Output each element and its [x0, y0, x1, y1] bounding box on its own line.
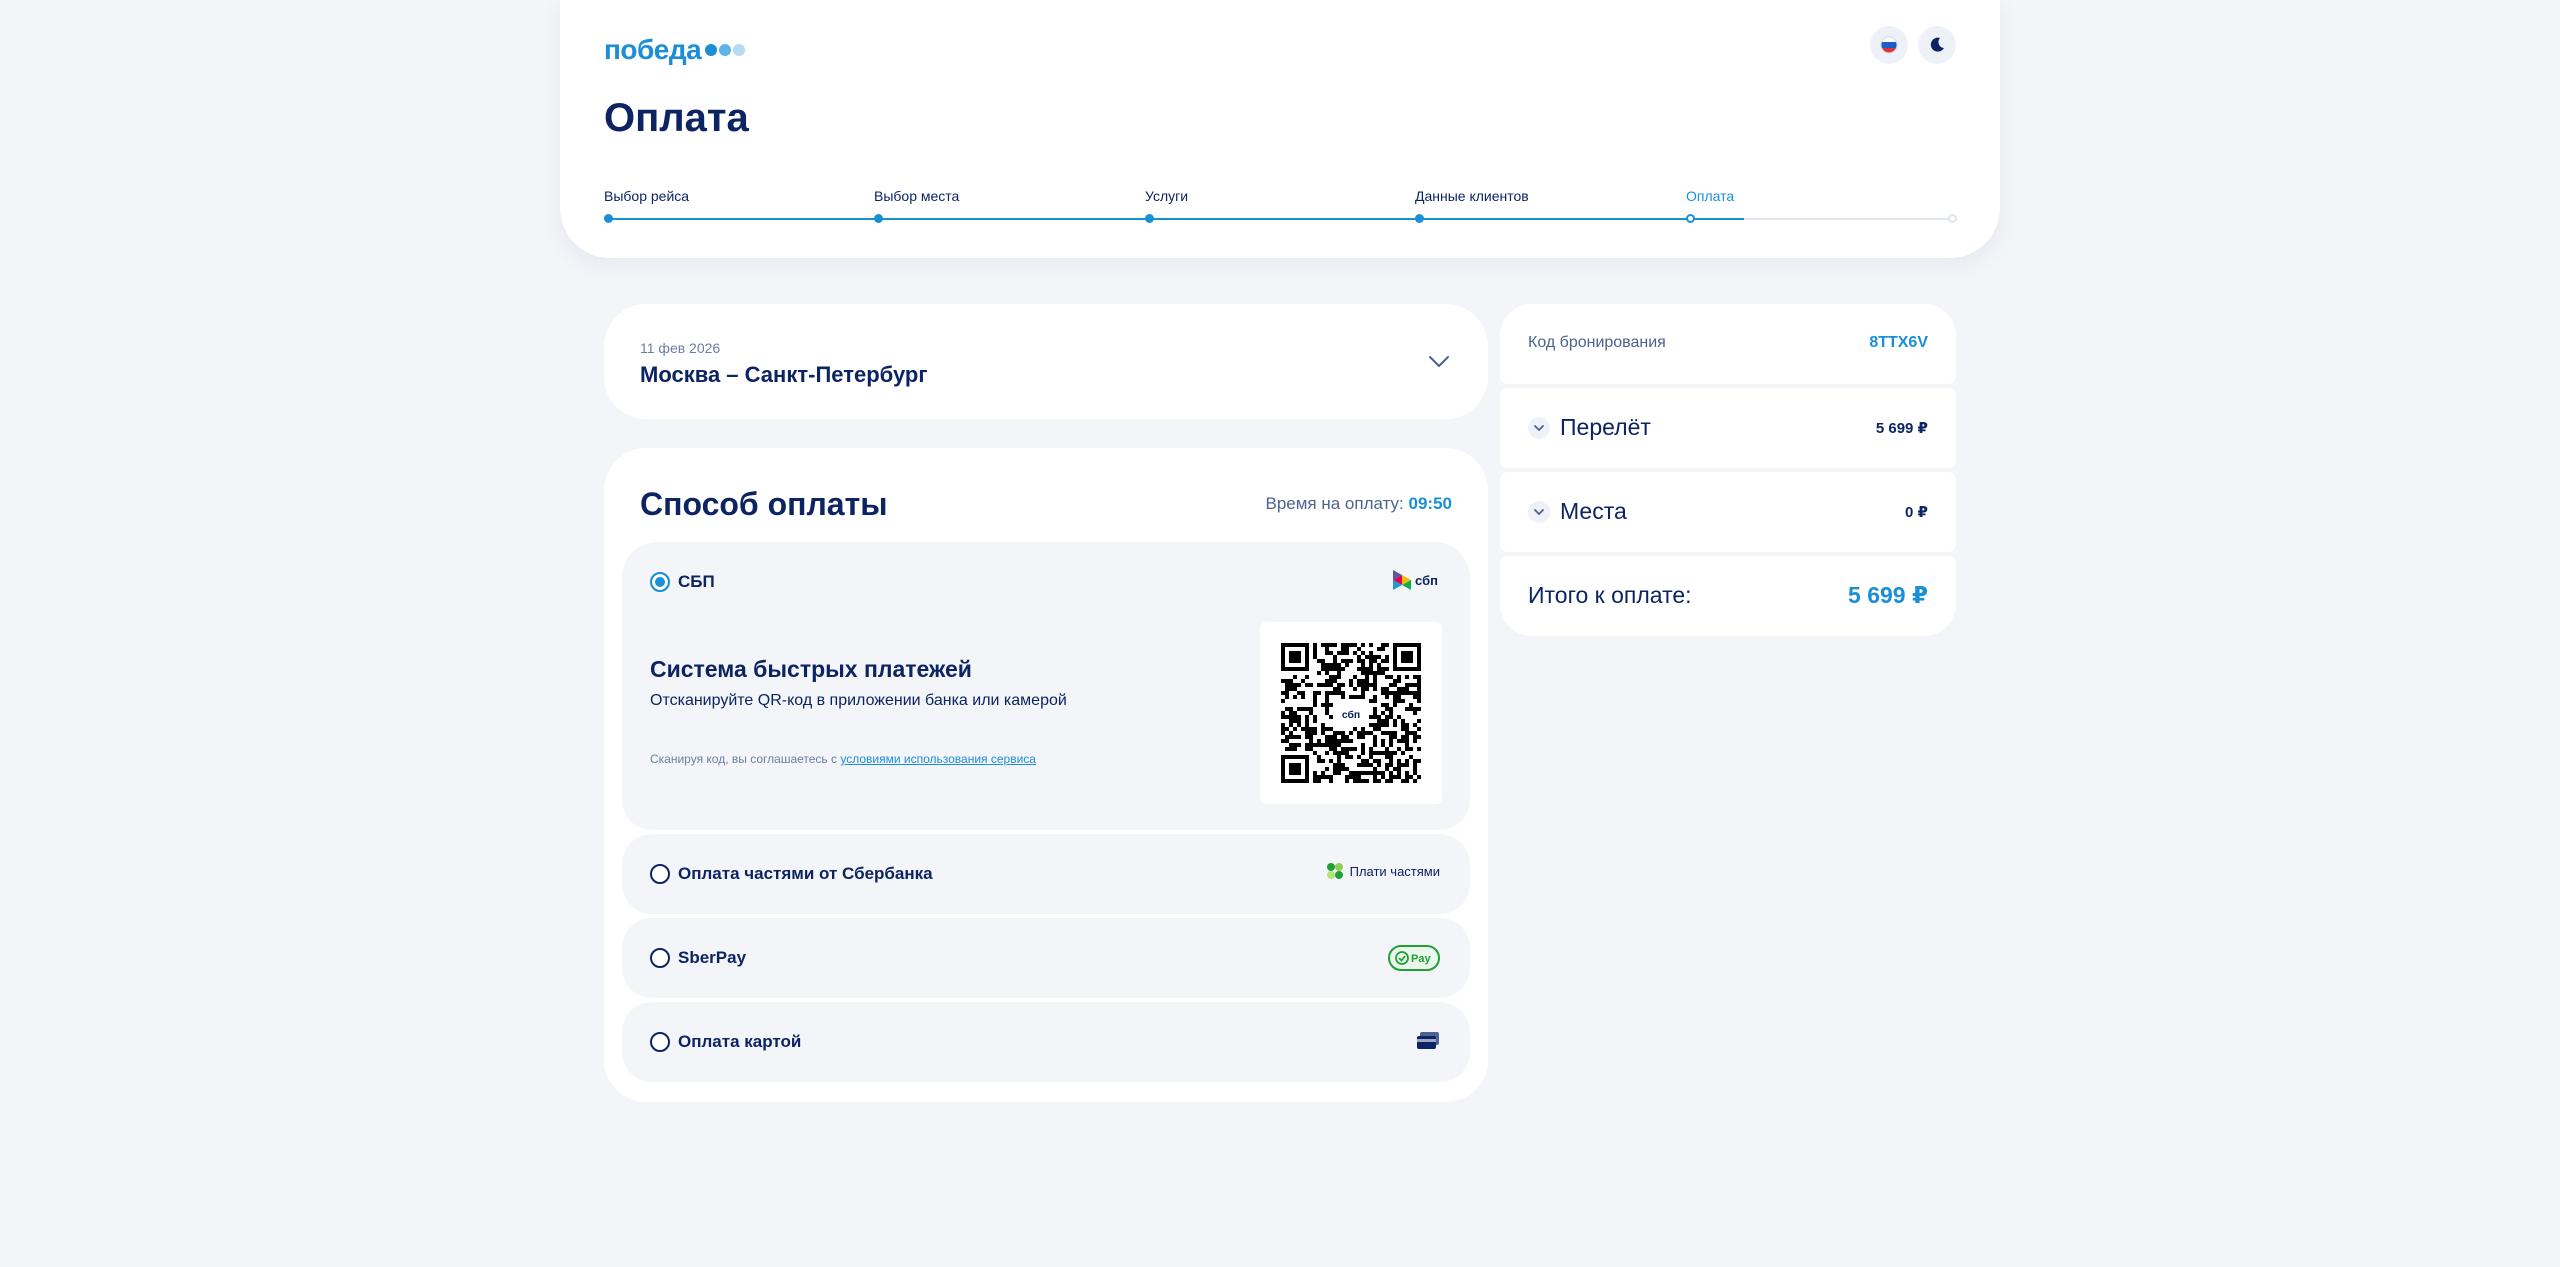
- step-dot: [1415, 214, 1424, 223]
- summary-flight-row[interactable]: Перелёт 5 699 ₽: [1500, 388, 1956, 468]
- terms-prefix: Сканируя код, вы соглашаетесь с: [650, 752, 838, 766]
- plati-chastyami-logo: Плати частями: [1326, 862, 1440, 880]
- step-label: Оплата: [1686, 188, 1735, 204]
- qr-code-image: сбп: [1281, 643, 1421, 783]
- theme-toggle-button[interactable]: [1918, 26, 1956, 64]
- card-logo: [1416, 1031, 1440, 1051]
- step-flight-selection[interactable]: Выбор рейса: [604, 188, 690, 223]
- payment-timer: Время на оплату: 09:50: [1265, 494, 1452, 514]
- summary-flight-label: Перелёт: [1560, 414, 1651, 440]
- russia-flag-icon: [1880, 36, 1898, 54]
- radio-sbp[interactable]: [650, 572, 670, 592]
- flight-card[interactable]: 11 фев 2026 Москва – Санкт-Петербург: [604, 304, 1488, 419]
- timer-label: Время на оплату:: [1265, 494, 1404, 513]
- summary-total-row: Итого к оплате: 5 699 ₽: [1500, 556, 1956, 636]
- page-title: Оплата: [604, 96, 749, 140]
- header: победа Оплата Выбор рейса Выбор места Ус…: [560, 0, 2000, 258]
- logo-text: победа: [604, 34, 702, 65]
- flight-route: Москва – Санкт-Петербург: [640, 362, 928, 387]
- credit-card-icon: [1417, 1032, 1439, 1049]
- stepper-progress: [608, 218, 1744, 220]
- timer-value: 09:50: [1408, 494, 1452, 513]
- installments-logo-text: Плати частями: [1349, 863, 1440, 879]
- installments-icon: [1326, 863, 1343, 879]
- payment-option-installments[interactable]: Оплата частями от Сбербанка Плати частям…: [622, 834, 1470, 914]
- flight-date: 11 фев 2026: [640, 340, 721, 356]
- step-dot: [1145, 214, 1154, 223]
- step-dot: [604, 214, 613, 223]
- terms-link[interactable]: условиями использования сервиса: [840, 752, 1036, 766]
- sbp-subtext: Отсканируйте QR-код в приложении банка и…: [650, 692, 1067, 709]
- step-label: Выбор рейса: [604, 188, 690, 204]
- radio-card[interactable]: [650, 1032, 670, 1052]
- logo-dots-icon: [705, 44, 746, 56]
- payment-method-title: Способ оплаты: [640, 486, 888, 522]
- option-label: Оплата картой: [678, 1032, 802, 1051]
- booking-stepper: Выбор рейса Выбор места Услуги Данные кл…: [604, 188, 1957, 228]
- payment-option-sbp[interactable]: СБП сбп Система быстрых платежей Отскани…: [622, 542, 1470, 830]
- sbp-heading: Система быстрых платежей: [650, 656, 972, 682]
- step-client-data[interactable]: Данные клиентов: [1415, 188, 1529, 223]
- booking-code-value: 8TTX6V: [1869, 334, 1928, 351]
- payment-option-card[interactable]: Оплата картой: [622, 1002, 1470, 1082]
- radio-installments[interactable]: [650, 864, 670, 884]
- radio-sberpay[interactable]: [650, 948, 670, 968]
- step-seat-selection[interactable]: Выбор места: [874, 188, 960, 223]
- pobeda-logo[interactable]: победа: [604, 34, 746, 66]
- option-label: СБП: [678, 572, 715, 591]
- summary-seats-label: Места: [1560, 498, 1627, 524]
- sbp-icon: [1393, 570, 1412, 590]
- chevron-down-icon[interactable]: [1528, 501, 1550, 523]
- summary-total-price: 5 699 ₽: [1848, 582, 1928, 608]
- step-payment: Оплата: [1686, 188, 1735, 223]
- summary-flight-price: 5 699 ₽: [1875, 420, 1928, 437]
- option-label: Оплата частями от Сбербанка: [678, 864, 933, 883]
- summary-total-label: Итого к оплате:: [1528, 582, 1692, 608]
- moon-icon: [1930, 37, 1944, 52]
- step-label: Данные клиентов: [1415, 188, 1529, 204]
- step-label: Услуги: [1145, 188, 1189, 204]
- sberpay-icon: Pay: [1388, 945, 1440, 971]
- booking-code-row: Код бронирования 8TTX6V: [1500, 304, 1956, 384]
- qr-code: сбп: [1260, 622, 1442, 804]
- sbp-terms: Сканируя код, вы соглашаетесь с условиям…: [650, 752, 1036, 766]
- step-services[interactable]: Услуги: [1145, 188, 1189, 223]
- qr-center-logo-text: сбп: [1342, 709, 1360, 721]
- sbp-logo-text: сбп: [1415, 572, 1438, 588]
- summary-seats-row[interactable]: Места 0 ₽: [1500, 472, 1956, 552]
- step-dot-current: [1686, 214, 1695, 223]
- booking-code-label: Код бронирования: [1528, 334, 1666, 351]
- payment-method-card: Способ оплаты Время на оплату: 09:50 СБП…: [604, 448, 1488, 1102]
- chevron-down-icon[interactable]: [1426, 348, 1452, 374]
- payment-option-sberpay[interactable]: SberPay Pay: [622, 918, 1470, 998]
- step-label: Выбор места: [874, 188, 960, 204]
- step-dot-end: [1948, 214, 1957, 223]
- step-dot: [874, 214, 883, 223]
- chevron-down-icon[interactable]: [1528, 417, 1550, 439]
- sbp-logo: сбп: [1393, 570, 1438, 590]
- option-label: SberPay: [678, 948, 747, 967]
- language-button[interactable]: [1870, 26, 1908, 64]
- header-actions: [1870, 26, 1956, 64]
- summary-seats-price: 0 ₽: [1905, 504, 1928, 521]
- sberpay-logo-text: Pay: [1411, 953, 1431, 965]
- sberpay-logo: Pay: [1388, 945, 1440, 971]
